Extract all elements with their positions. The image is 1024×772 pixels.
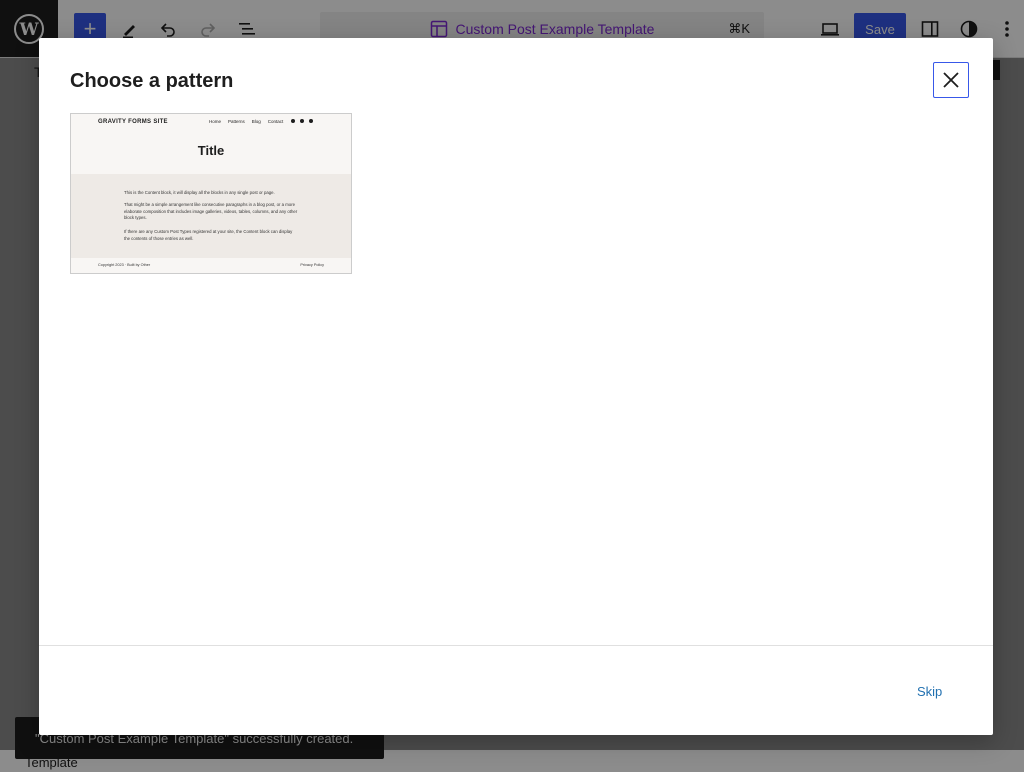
preview-nav-item: Blog [251,119,261,124]
preview-site-title: GRAVITY FORMS SITE [98,119,168,125]
choose-pattern-modal: Choose a pattern GRAVITY FORMS SITE Home… [39,38,993,735]
pattern-preview-card[interactable]: GRAVITY FORMS SITE Home Patterns Blog Co… [70,113,352,274]
preview-header: GRAVITY FORMS SITE Home Patterns Blog Co… [71,114,351,174]
facebook-icon [291,119,295,123]
preview-nav: Home Patterns Blog Contact [209,119,283,124]
preview-title: Title [197,143,225,158]
preview-social-icons [291,119,313,123]
close-icon [943,72,959,88]
skip-button[interactable]: Skip [911,679,948,703]
preview-paragraph: This is the Content block, it will displ… [124,190,275,195]
preview-content: This is the Content block, it will displ… [71,174,351,258]
preview-paragraph: If there are any Custom Post Types regis… [124,229,293,241]
instagram-icon [300,119,304,123]
preview-nav-item: Home [209,119,222,124]
modal-title: Choose a pattern [70,70,234,92]
preview-nav-item: Patterns [228,119,245,124]
preview-footer: Copyright 2023 · Built by Other Privacy … [71,258,351,273]
modal-divider [39,645,993,646]
preview-nav-item: Contact [267,119,284,124]
close-button[interactable] [933,62,969,98]
preview-copyright: Copyright 2023 · Built by Other [98,263,151,267]
preview-paragraph: That might be a simple arrangement like … [124,202,298,220]
preview-privacy-link: Privacy Policy [300,263,324,267]
twitter-icon [309,119,313,123]
